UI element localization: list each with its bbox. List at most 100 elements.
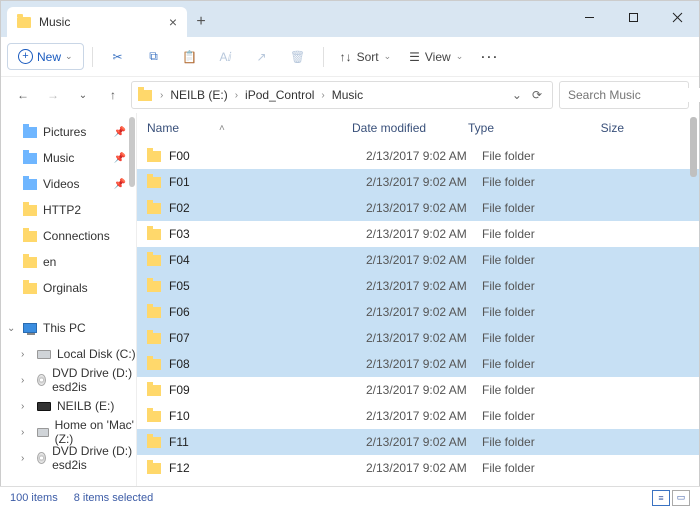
folder-icon <box>147 437 161 448</box>
folder-icon <box>147 411 161 422</box>
details-view-button[interactable]: ≡ <box>652 490 670 506</box>
up-button[interactable]: ↑ <box>101 83 125 107</box>
breadcrumb-segment[interactable]: Music <box>329 86 366 104</box>
column-size[interactable]: Size <box>564 121 624 135</box>
close-tab-icon[interactable]: × <box>169 14 177 30</box>
share-icon[interactable]: ↗ <box>245 42 279 72</box>
paste-icon[interactable]: 📋 <box>173 42 207 72</box>
file-row[interactable]: F052/13/2017 9:02 AMFile folder <box>137 273 699 299</box>
this-pc-label: This PC <box>43 321 86 335</box>
sort-icon: ↑↓ <box>340 50 352 64</box>
navpane-drive-item[interactable]: ›Home on 'Mac' (Z:) <box>1 419 136 445</box>
maximize-button[interactable] <box>611 1 655 33</box>
navpane-item[interactable]: Videos📌 <box>1 171 136 197</box>
drive-icon <box>37 350 51 359</box>
navpane-item[interactable]: HTTP2 <box>1 197 136 223</box>
refresh-icon[interactable]: ⟳ <box>528 88 546 102</box>
column-name[interactable]: Name˄ <box>147 121 352 135</box>
file-name: F07 <box>169 331 366 345</box>
drive-label: DVD Drive (D:) esd2is <box>52 366 136 394</box>
forward-button[interactable]: → <box>41 83 65 107</box>
folder-icon <box>23 153 37 164</box>
file-type: File folder <box>482 227 578 241</box>
file-row[interactable]: F042/13/2017 9:02 AMFile folder <box>137 247 699 273</box>
navpane-item[interactable]: en <box>1 249 136 275</box>
file-row[interactable]: F022/13/2017 9:02 AMFile folder <box>137 195 699 221</box>
pin-icon: 📌 <box>114 127 126 138</box>
file-type: File folder <box>482 149 578 163</box>
file-row[interactable]: F072/13/2017 9:02 AMFile folder <box>137 325 699 351</box>
rename-icon[interactable]: Aⅈ <box>209 42 243 72</box>
chevron-right-icon: › <box>233 90 240 101</box>
folder-icon <box>147 151 161 162</box>
view-button[interactable]: ☰ View ⌄ <box>401 45 471 69</box>
chevron-down-icon[interactable]: ⌄ <box>7 323 15 334</box>
folder-icon <box>147 177 161 188</box>
navpane-item[interactable]: Music📌 <box>1 145 136 171</box>
thumbnails-view-button[interactable]: ▭ <box>672 490 690 506</box>
navpane-item[interactable]: Connections <box>1 223 136 249</box>
navpane-item[interactable]: Orginals <box>1 275 136 301</box>
chevron-right-icon[interactable]: › <box>21 401 24 412</box>
file-row[interactable]: F102/13/2017 9:02 AMFile folder <box>137 403 699 429</box>
chevron-down-icon: ⌄ <box>65 51 73 62</box>
back-button[interactable]: ← <box>11 83 35 107</box>
delete-icon[interactable]: 🗑 <box>281 42 315 72</box>
close-button[interactable] <box>655 1 699 33</box>
new-button[interactable]: + New ⌄ <box>7 43 84 70</box>
column-date[interactable]: Date modified <box>352 121 468 135</box>
window-controls <box>567 1 699 33</box>
window-tab[interactable]: Music × <box>7 7 187 37</box>
navpane-drive-item[interactable]: › DVD Drive (D:) esd2is <box>1 445 136 471</box>
chevron-right-icon[interactable]: › <box>21 427 24 438</box>
scrollbar[interactable] <box>129 117 135 187</box>
file-row[interactable]: F032/13/2017 9:02 AMFile folder <box>137 221 699 247</box>
file-row[interactable]: F122/13/2017 9:02 AMFile folder <box>137 455 699 481</box>
more-button[interactable]: ··· <box>473 50 507 64</box>
search-box[interactable]: ⌕ <box>559 81 689 109</box>
file-row[interactable]: F092/13/2017 9:02 AMFile folder <box>137 377 699 403</box>
new-tab-button[interactable]: + <box>187 8 215 36</box>
recent-chevron-icon[interactable]: ⌄ <box>71 83 95 107</box>
navpane-label: HTTP2 <box>43 203 81 217</box>
breadcrumb-segment[interactable]: NEILB (E:) <box>167 86 230 104</box>
folder-icon <box>147 385 161 396</box>
chevron-right-icon[interactable]: › <box>21 349 24 360</box>
navpane-label: Orginals <box>43 281 88 295</box>
file-row[interactable]: F012/13/2017 9:02 AMFile folder <box>137 169 699 195</box>
pc-icon <box>23 323 37 333</box>
address-bar[interactable]: › NEILB (E:) › iPod_Control › Music ⌄ ⟳ <box>131 81 553 109</box>
search-input[interactable] <box>568 88 700 102</box>
minimize-button[interactable] <box>567 1 611 33</box>
copy-icon[interactable]: ⧉ <box>137 42 171 72</box>
navpane-drive-item[interactable]: ›NEILB (E:) <box>1 393 136 419</box>
toolbar: + New ⌄ ✂ ⧉ 📋 Aⅈ ↗ 🗑 ↑↓ Sort ⌄ ☰ View ⌄ … <box>1 37 699 77</box>
navpane-item[interactable]: Pictures📌 <box>1 119 136 145</box>
navpane-drive-item[interactable]: › DVD Drive (D:) esd2is <box>1 367 136 393</box>
folder-icon <box>23 231 37 242</box>
file-date: 2/13/2017 9:02 AM <box>366 201 482 215</box>
drive-label: DVD Drive (D:) esd2is <box>52 444 136 472</box>
file-name: F08 <box>169 357 366 371</box>
chevron-right-icon[interactable]: › <box>21 453 24 464</box>
chevron-right-icon[interactable]: › <box>21 375 24 386</box>
file-name: F09 <box>169 383 366 397</box>
address-row: ← → ⌄ ↑ › NEILB (E:) › iPod_Control › Mu… <box>1 77 699 113</box>
breadcrumb-segment[interactable]: iPod_Control <box>242 86 317 104</box>
file-row[interactable]: F112/13/2017 9:02 AMFile folder <box>137 429 699 455</box>
drive-icon <box>37 428 49 437</box>
file-row[interactable]: F062/13/2017 9:02 AMFile folder <box>137 299 699 325</box>
address-chevron-icon[interactable]: ⌄ <box>508 88 526 102</box>
navpane-drive-item[interactable]: ›Local Disk (C:) <box>1 341 136 367</box>
scrollbar[interactable] <box>690 117 697 177</box>
file-row[interactable]: F002/13/2017 9:02 AMFile folder <box>137 143 699 169</box>
view-label: View <box>425 50 451 64</box>
column-type[interactable]: Type <box>468 121 564 135</box>
this-pc-item[interactable]: ⌄ This PC <box>1 315 136 341</box>
file-row[interactable]: F082/13/2017 9:02 AMFile folder <box>137 351 699 377</box>
sort-button[interactable]: ↑↓ Sort ⌄ <box>332 45 400 69</box>
file-name: F10 <box>169 409 366 423</box>
sort-label: Sort <box>357 50 379 64</box>
cut-icon[interactable]: ✂ <box>101 42 135 72</box>
file-name: F00 <box>169 149 366 163</box>
